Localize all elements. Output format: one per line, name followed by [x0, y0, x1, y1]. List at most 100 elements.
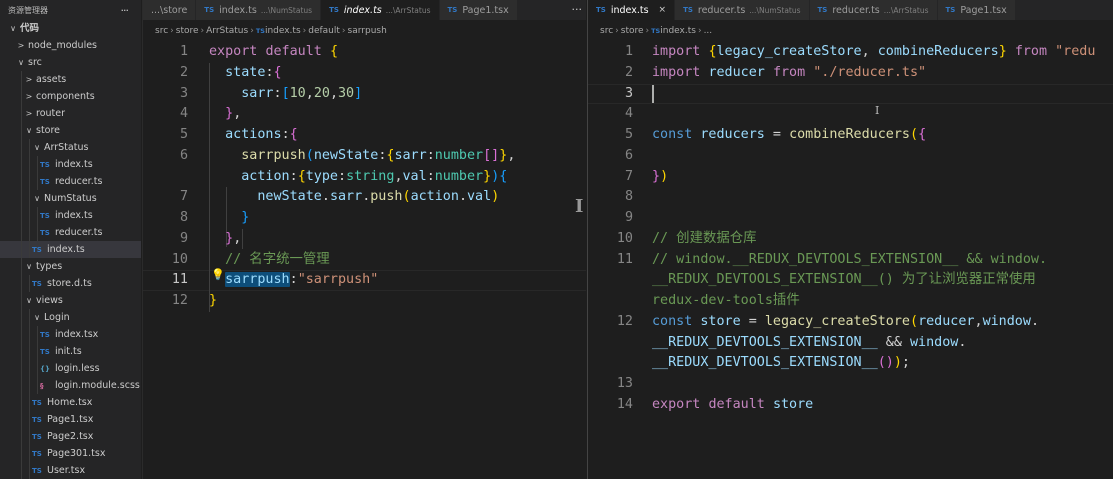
- tree-item-label: node_modules: [28, 40, 98, 51]
- editor-tab-label: Page1.tsx: [960, 4, 1007, 16]
- editor-tab[interactable]: TS index.ts ...\NumStatus: [196, 0, 322, 20]
- editor-tab-path: ...\NumStatus: [749, 5, 801, 15]
- tree-item[interactable]: ∨ store: [0, 122, 141, 139]
- code-token: {: [499, 168, 508, 184]
- breadcrumb-item[interactable]: ArrStatus: [206, 26, 248, 36]
- tree-item[interactable]: ∨ 代码: [0, 20, 141, 37]
- editor-tab[interactable]: TS Page1.tsx: [937, 0, 1016, 20]
- line-number: 9: [179, 230, 188, 246]
- code-token: __REDUX_DEVTOOLS_EXTENSION__: [652, 334, 878, 350]
- chevron-down-icon: ∨: [34, 143, 40, 152]
- tree-item[interactable]: ∨ src: [0, 54, 141, 71]
- breadcrumb-item[interactable]: store: [176, 26, 199, 36]
- tree-item[interactable]: > components: [0, 88, 141, 105]
- tree-item[interactable]: ∨ types: [0, 258, 141, 275]
- tree-item[interactable]: TS Page1.tsx: [0, 411, 141, 428]
- line-number: 13: [616, 376, 633, 391]
- editor-tab[interactable]: TS Page1.tsx: [439, 0, 518, 20]
- tree-item[interactable]: ∨ Login: [0, 309, 141, 326]
- code-token: legacy_createStore: [716, 44, 862, 59]
- tree-item[interactable]: ∨ NumStatus: [0, 190, 141, 207]
- tree-item[interactable]: TS reducer.ts: [0, 224, 141, 241]
- tree-item[interactable]: TS init.ts: [0, 343, 141, 360]
- breadcrumb-separator-icon: ›: [302, 26, 307, 36]
- tree-item[interactable]: TS index.ts: [0, 241, 141, 258]
- tree-item[interactable]: > assets: [0, 71, 141, 88]
- explorer-more-icon[interactable]: ···: [121, 4, 129, 17]
- tree-item-label: Home.tsx: [47, 397, 93, 408]
- editor-tab[interactable]: TS index.ts ...\ArrStatus: [321, 0, 440, 20]
- tree-item[interactable]: TS index.ts: [0, 156, 141, 173]
- tree-item[interactable]: TS User.tsx: [0, 462, 141, 479]
- code-line: actions:{: [209, 125, 298, 146]
- code-token: sarr: [394, 147, 427, 163]
- typescript-file-icon: TS: [255, 27, 265, 35]
- code-token: reducer: [918, 313, 975, 329]
- editor-tab[interactable]: ...\store: [143, 0, 197, 20]
- tree-item[interactable]: > node_modules: [0, 37, 141, 54]
- right-code-editor[interactable]: I 1 2 3 4 5 6 7 8 9 10 11 12 13 14 import {legacy_crea…: [588, 42, 1113, 479]
- breadcrumb-item[interactable]: src: [600, 26, 613, 36]
- breadcrumb-item[interactable]: src: [155, 26, 168, 36]
- code-token: ,: [394, 168, 403, 184]
- tree-item[interactable]: § login.module.scss: [0, 377, 141, 394]
- tree-item[interactable]: ∨ ArrStatus: [0, 139, 141, 156]
- code-token: newState: [313, 147, 379, 163]
- breadcrumb-item[interactable]: index.ts: [660, 26, 696, 36]
- tree-item[interactable]: {} login.less: [0, 360, 141, 377]
- tree-item-label: Page301.tsx: [47, 448, 106, 459]
- tree-item[interactable]: TS index.tsx: [0, 326, 141, 343]
- code-line: newState.sarr.push(action.val): [209, 187, 499, 208]
- editor-tab-path: ...\NumStatus: [260, 5, 313, 15]
- left-editor-more-icon[interactable]: ···: [572, 0, 583, 20]
- typescript-file-icon: TS: [651, 27, 661, 35]
- line-number: 11: [171, 272, 188, 288]
- tree-item-label: index.ts: [55, 210, 93, 221]
- tree-item-label: index.tsx: [55, 329, 99, 340]
- code-token: sarrpush: [241, 147, 306, 163]
- tree-item[interactable]: TS store.d.ts: [0, 275, 141, 292]
- code-token: legacy_createStore: [764, 313, 910, 329]
- tree-item[interactable]: > router: [0, 105, 141, 122]
- left-breadcrumb[interactable]: src › store › ArrStatus › TSindex.ts › default › s…: [143, 20, 586, 42]
- chevron-right-icon: >: [25, 109, 33, 118]
- line-number: 11: [616, 251, 633, 267]
- code-token: 20: [313, 85, 330, 101]
- breadcrumb-item[interactable]: store: [621, 26, 644, 36]
- left-code-editor[interactable]: 💡 1 2 3 4 5 6 7 8 9 10 11 12 export default { state:…: [143, 42, 586, 479]
- code-token: (: [910, 127, 919, 142]
- right-breadcrumb[interactable]: src › store › TSindex.ts ›...: [588, 20, 1113, 42]
- typescript-file-icon: TS: [40, 331, 50, 339]
- code-token: }: [652, 168, 661, 184]
- right-tab-bar: TS index.ts × TS reducer.ts ...\NumStatus TS re…: [588, 0, 1113, 20]
- code-token: sarr: [329, 189, 363, 205]
- breadcrumb-item[interactable]: index.ts: [265, 26, 301, 36]
- code-token: }: [483, 168, 492, 184]
- tree-item[interactable]: TS Page301.tsx: [0, 445, 141, 462]
- breadcrumb-item[interactable]: sarrpush: [348, 26, 387, 36]
- tree-item[interactable]: ∨ views: [0, 292, 141, 309]
- close-icon[interactable]: ×: [659, 5, 667, 15]
- tree-item[interactable]: TS index.ts: [0, 207, 141, 224]
- typescript-file-icon: TS: [32, 416, 42, 424]
- tree-item[interactable]: TS reducer.ts: [0, 173, 141, 190]
- code-token: window: [982, 313, 1031, 329]
- editor-tab[interactable]: TS reducer.ts ...\ArrStatus: [809, 0, 938, 20]
- code-token: :: [289, 168, 298, 184]
- tree-item[interactable]: TS Home.tsx: [0, 394, 141, 411]
- code-line: redux-dev-tools插件: [652, 291, 800, 312]
- breadcrumb-item[interactable]: default: [308, 26, 340, 36]
- tree-item-label: assets: [36, 74, 67, 85]
- code-token: __REDUX_DEVTOOLS_EXTENSION__: [652, 355, 878, 371]
- code-token: {: [329, 44, 338, 59]
- editor-tab[interactable]: TS index.ts ×: [588, 0, 676, 20]
- breadcrumb-item[interactable]: ...: [704, 26, 713, 36]
- tree-item[interactable]: TS Page2.tsx: [0, 428, 141, 445]
- editor-tab[interactable]: TS reducer.ts ...\NumStatus: [675, 0, 810, 20]
- code-token: redux-dev-tools插件: [652, 293, 800, 308]
- chevron-down-icon: ∨: [34, 194, 40, 203]
